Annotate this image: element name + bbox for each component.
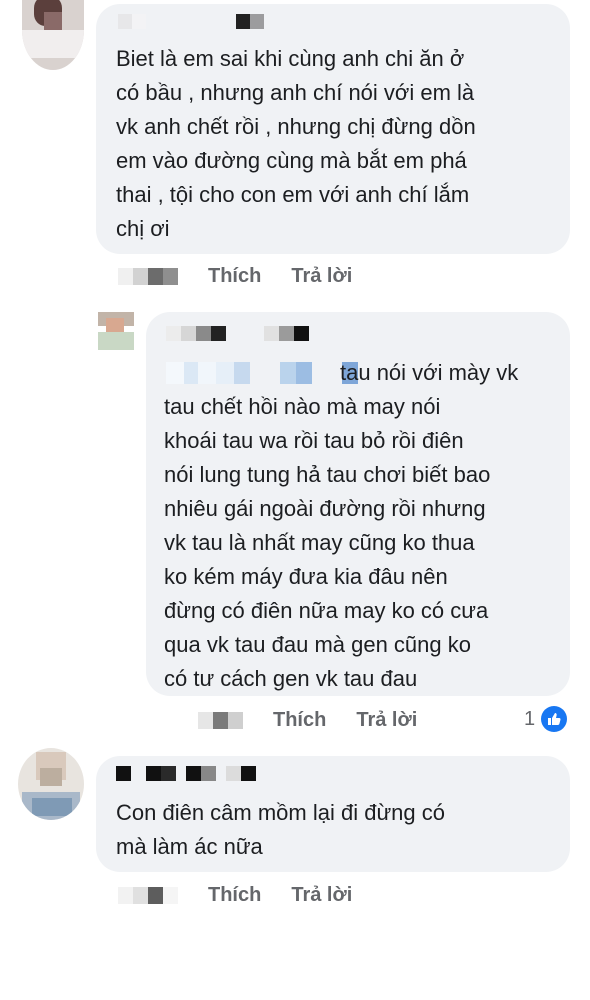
avatar[interactable]: [22, 0, 84, 70]
like-button[interactable]: Thích: [273, 709, 326, 732]
redacted-timestamp: [118, 268, 178, 285]
comment-actions: Thích Trả lời: [118, 265, 352, 288]
redacted-author-name[interactable]: [116, 766, 256, 781]
reply-text: tau chết hồi nào mà may nói khoái tau wa…: [164, 394, 491, 691]
comment-thread: Biet là em sai khi cùng anh chi ăn ở có …: [0, 0, 590, 1000]
avatar[interactable]: [18, 748, 84, 820]
reaction-summary[interactable]: 1: [524, 706, 568, 732]
avatar[interactable]: [98, 312, 134, 350]
redacted-mention[interactable]: [166, 362, 358, 384]
comment-actions: Thích Trả lời: [118, 884, 352, 907]
comment-text: Con điên câm mồm lại đi đừng có mà làm á…: [116, 800, 445, 859]
comment-text: Biet là em sai khi cùng anh chi ăn ở có …: [116, 46, 476, 241]
reaction-count: 1: [524, 707, 536, 730]
redacted-author-name[interactable]: [118, 14, 264, 29]
reply-button[interactable]: Trả lời: [356, 709, 417, 732]
redacted-timestamp: [198, 712, 243, 729]
like-button[interactable]: Thích: [208, 265, 261, 288]
like-thumb-icon: [541, 706, 568, 732]
like-button[interactable]: Thích: [208, 884, 261, 907]
reply-button[interactable]: Trả lời: [291, 265, 352, 288]
reply-text-first-line: tau nói với mày vk: [340, 360, 519, 385]
reply-actions: Thích Trả lời: [198, 709, 417, 732]
redacted-timestamp: [118, 887, 178, 904]
redacted-author-name[interactable]: [166, 326, 309, 341]
reply-button[interactable]: Trả lời: [291, 884, 352, 907]
